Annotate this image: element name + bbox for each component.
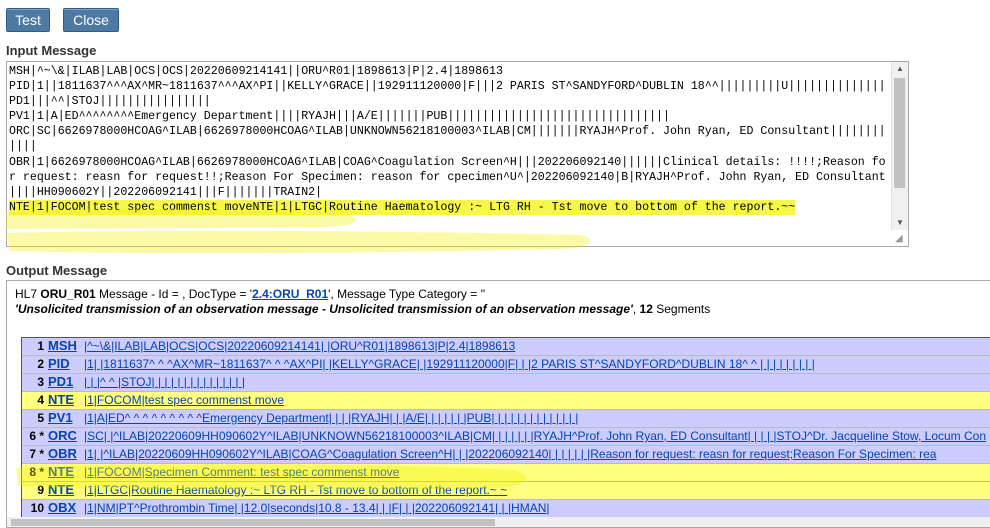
summary-prefix: HL7 bbox=[15, 287, 41, 301]
segment-number: 1 bbox=[37, 339, 44, 353]
horizontal-scroll-thumb[interactable] bbox=[11, 519, 495, 526]
segment-name-link[interactable]: NTE bbox=[48, 482, 78, 498]
segment-number: 8 * bbox=[29, 465, 44, 479]
summary-after: ', Message Type Category = '' bbox=[328, 287, 486, 301]
output-message-label: Output Message bbox=[6, 263, 108, 278]
segment-row: 10 OBX |1|NM|PT^Prothrombin Time| |12.0|se… bbox=[22, 500, 990, 518]
segment-count: 12 bbox=[639, 302, 653, 316]
segment-fields[interactable]: | | |^ ^ |STOJ| | | | | | | | | | | | | … bbox=[84, 374, 990, 390]
segment-name-link[interactable]: PID bbox=[48, 356, 78, 372]
segment-name-link[interactable]: PV1 bbox=[48, 410, 78, 426]
segment-number: 2 bbox=[37, 357, 44, 371]
resize-handle-icon[interactable]: ◢ bbox=[895, 233, 907, 245]
input-message-label: Input Message bbox=[6, 43, 97, 58]
segment-name-link[interactable]: NTE bbox=[48, 392, 78, 408]
segment-row: 5 PV1 |1|A|ED^ ^ ^ ^ ^ ^ ^ ^ ^Emergency De… bbox=[22, 410, 990, 428]
segment-row: 6 * ORC |SC| |^ILAB|20220609HH090602Y^ILAB… bbox=[22, 428, 990, 446]
segment-number: 10 bbox=[30, 501, 44, 515]
scroll-up-icon[interactable]: ▲ bbox=[892, 62, 908, 76]
segment-fields[interactable]: |SC| |^ILAB|20220609HH090602Y^ILAB|UNKNO… bbox=[84, 428, 990, 444]
segment-row: 3 PD1 | | |^ ^ |STOJ| | | | | | | | | | | … bbox=[22, 374, 990, 392]
segment-fields[interactable]: |1| |^ILAB|20220609HH090602Y^ILAB|COAG^C… bbox=[84, 446, 990, 462]
segment-row: 9 NTE |1|LTGC|Routine Haematology :~ LTG R… bbox=[22, 482, 990, 500]
message-description: 'Unsolicited transmission of an observat… bbox=[15, 302, 633, 316]
input-line: NTE|1|FOCOM|test spec commenst move bbox=[9, 199, 253, 215]
close-button[interactable]: Close bbox=[63, 8, 119, 32]
message-type: ORU_R01 bbox=[40, 287, 96, 301]
segment-name-link[interactable]: MSH bbox=[48, 338, 78, 354]
segment-fields[interactable]: |1|NM|PT^Prothrombin Time| |12.0|seconds… bbox=[84, 500, 990, 516]
input-line: ORC|SC|6626978000HCOAG^ILAB|6626978000HC… bbox=[9, 125, 886, 154]
segment-number: 3 bbox=[37, 375, 44, 389]
vertical-scrollbar[interactable]: ▲ ▼ bbox=[891, 62, 908, 230]
segment-name-link[interactable]: OBX bbox=[48, 500, 78, 516]
segment-row: 1 MSH |^~\&|ILAB|LAB|OCS|OCS|2022060921414… bbox=[22, 338, 990, 356]
segment-row: 7 * OBR |1| |^ILAB|20220609HH090602Y^ILAB|… bbox=[22, 446, 990, 464]
segment-name-link[interactable]: NTE bbox=[48, 464, 78, 480]
segment-number: 5 bbox=[37, 411, 44, 425]
input-line: OBR|1|6626978000HCOAG^ILAB|6626978000HCO… bbox=[9, 155, 886, 199]
segment-number: 6 * bbox=[29, 429, 44, 443]
segment-fields[interactable]: |1|FOCOM|Specimen Comment: test spec com… bbox=[84, 464, 990, 480]
input-line: PID|1||1811637^^^AX^MR~1811637^^^AX^PI||… bbox=[9, 80, 886, 94]
segment-fields[interactable]: |^~\&|ILAB|LAB|OCS|OCS|20220609214141| |… bbox=[84, 338, 990, 354]
scroll-thumb[interactable] bbox=[894, 78, 905, 188]
segment-fields[interactable]: |1|A|ED^ ^ ^ ^ ^ ^ ^ ^ ^Emergency Depart… bbox=[84, 410, 990, 426]
message-summary: HL7 ORU_R01 Message - Id = , DocType = '… bbox=[15, 287, 985, 317]
segment-name-link[interactable]: OBR bbox=[48, 446, 78, 462]
input-line: PD1|||^^|STOJ|||||||||||||||| bbox=[9, 95, 211, 109]
input-message-textarea[interactable]: MSH|^~\&|ILAB|LAB|OCS|OCS|20220609214141… bbox=[6, 61, 909, 247]
input-line: PV1|1|A|ED^^^^^^^^Emergency Department||… bbox=[9, 110, 670, 124]
output-message-panel: HL7 ORU_R01 Message - Id = , DocType = '… bbox=[6, 280, 990, 528]
doctype-link[interactable]: 2.4:ORU_R01 bbox=[252, 287, 328, 301]
segment-name-link[interactable]: PD1 bbox=[48, 374, 78, 390]
segment-number: 9 bbox=[37, 483, 44, 497]
segment-number: 4 bbox=[37, 393, 44, 407]
segment-row: 4 NTE |1|FOCOM|test spec commenst move bbox=[22, 392, 990, 410]
segment-fields[interactable]: |1| |1811637^ ^ ^AX^MR~1811637^ ^ ^AX^PI… bbox=[84, 356, 990, 372]
summary-mid: Message - Id = , DocType = ' bbox=[95, 287, 253, 301]
segment-fields[interactable]: |1|FOCOM|test spec commenst move bbox=[84, 392, 990, 408]
segment-name-link[interactable]: ORC bbox=[48, 428, 78, 444]
test-button[interactable]: Test bbox=[6, 8, 50, 32]
input-line: NTE|1|LTGC|Routine Haematology :~ LTG RH… bbox=[252, 199, 796, 215]
segment-count-suffix: Segments bbox=[652, 302, 711, 316]
input-message-text[interactable]: MSH|^~\&|ILAB|LAB|OCS|OCS|20220609214141… bbox=[9, 64, 889, 215]
scroll-down-icon[interactable]: ▼ bbox=[892, 216, 908, 230]
segment-row: 8 * NTE |1|FOCOM|Specimen Comment: test sp… bbox=[22, 464, 990, 482]
input-line: MSH|^~\&|ILAB|LAB|OCS|OCS|20220609214141… bbox=[9, 65, 503, 78]
segment-fields[interactable]: |1|LTGC|Routine Haematology :~ LTG RH - … bbox=[84, 482, 990, 498]
summary-sep: , bbox=[632, 302, 640, 316]
segment-row: 2 PID |1| |1811637^ ^ ^AX^MR~1811637^ ^ ^A… bbox=[22, 356, 990, 374]
segment-number: 7 * bbox=[29, 447, 44, 461]
segment-table: 1 MSH |^~\&|ILAB|LAB|OCS|OCS|2022060921414… bbox=[21, 337, 990, 527]
